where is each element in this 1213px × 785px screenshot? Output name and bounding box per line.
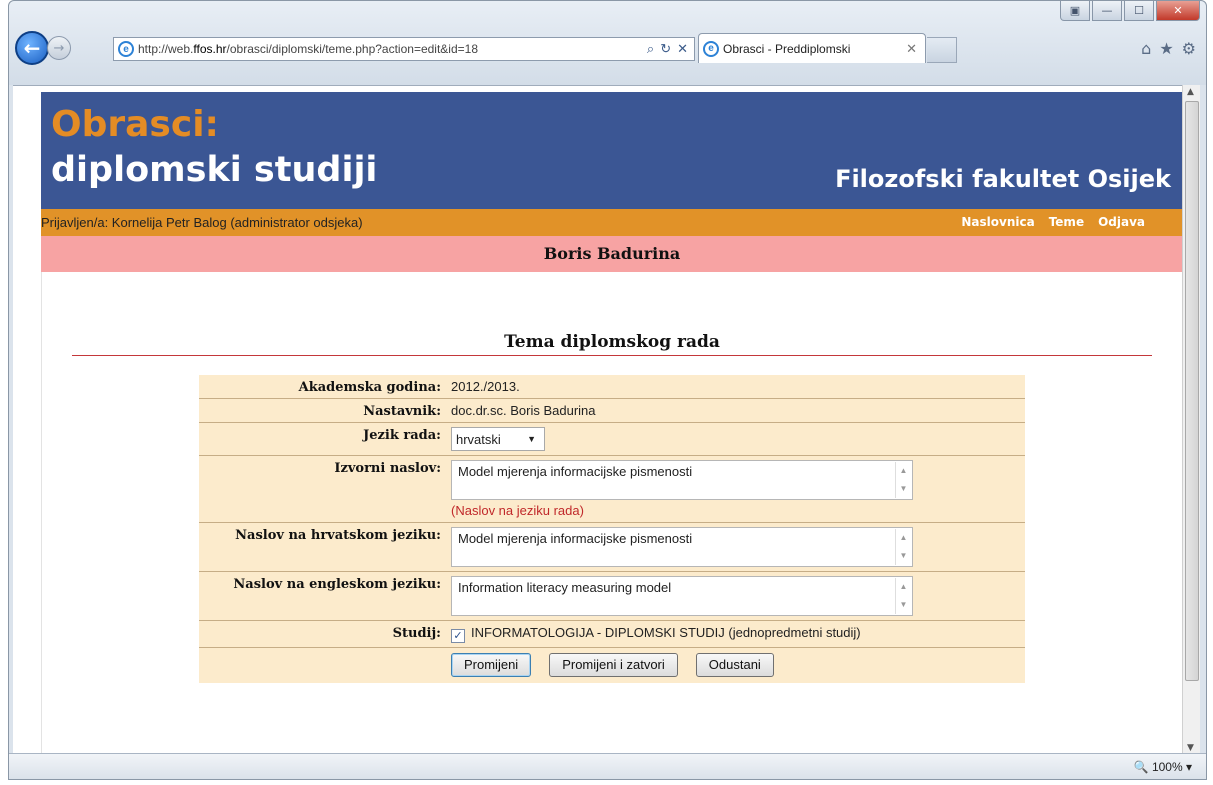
address-icons: ⌕ ↻ ✕	[647, 41, 694, 57]
banner-title-line1: Obrasci:	[51, 104, 219, 145]
teacher-label: Nastavnik:	[363, 404, 441, 419]
scroll-down-icon[interactable]: ▼	[1187, 743, 1194, 753]
search-icon[interactable]: ⌕	[647, 41, 654, 57]
row-hr-title: Naslov na hrvatskom jeziku: Model mjeren…	[199, 523, 1025, 572]
row-en-title: Naslov na engleskom jeziku: Information …	[199, 572, 1025, 621]
banner-title-line2: diplomski studiji	[51, 150, 378, 190]
cancel-button[interactable]: Odustani	[695, 652, 774, 677]
year-label: Akademska godina:	[298, 380, 441, 395]
change-close-button[interactable]: Promijeni i zatvori	[549, 652, 678, 677]
language-selected: hrvatski	[456, 431, 501, 447]
chevron-down-icon: ▼	[527, 434, 536, 444]
form-buttons: Promijeni Promijeni i zatvori Odustani	[447, 648, 774, 683]
row-year: Akademska godina: 2012./2013.	[199, 375, 1025, 399]
hr-title-cell: Model mjerenja informacijske pismenosti …	[447, 523, 1025, 571]
orig-title-label: Izvorni naslov:	[334, 461, 441, 476]
scroll-up-icon[interactable]: ▲	[1187, 87, 1194, 97]
gear-icon[interactable]: ⚙	[1182, 39, 1196, 58]
row-language: Jezik rada: hrvatski ▼	[199, 423, 1025, 456]
browser-window: ▣ — ☐ ✕ ← → e http://web.ffos.hr/obrasci…	[8, 0, 1207, 780]
stop-icon[interactable]: ✕	[677, 41, 688, 57]
close-button[interactable]: ✕	[1156, 1, 1200, 21]
user-bar: Prijavljen/a: Kornelija Petr Balog (admi…	[41, 209, 1183, 236]
url-path: /obrasci/diplomski/teme.php?action=edit&…	[226, 42, 478, 56]
url-prefix: http://web.	[138, 42, 194, 56]
scroll-thumb[interactable]	[1185, 101, 1199, 681]
hr-title-label: Naslov na hrvatskom jeziku:	[235, 528, 441, 543]
ie-tab-icon: e	[703, 40, 719, 57]
ie-page-icon: e	[118, 41, 134, 57]
zoom-value: 100%	[1151, 760, 1183, 774]
language-label: Jezik rada:	[363, 428, 441, 443]
textarea-scroll-icon[interactable]: ▲ ▼	[895, 529, 911, 565]
nav-buttons: ← →	[15, 31, 71, 65]
year-value: 2012./2013.	[451, 379, 520, 394]
tab-obrasci[interactable]: e Obrasci - Preddiplomski ✕	[698, 33, 926, 63]
tab-title: Obrasci - Preddiplomski	[723, 41, 851, 56]
close-tab-icon[interactable]: ✕	[906, 41, 917, 57]
toolbar-icons: ⌂ ★ ⚙	[1141, 39, 1196, 58]
site-banner: Obrasci: diplomski studiji Filozofski fa…	[41, 92, 1183, 209]
home-icon[interactable]: ⌂	[1141, 39, 1151, 58]
forward-arrow-icon[interactable]: →	[47, 36, 71, 60]
orig-title-hint: (Naslov na jeziku rada)	[451, 503, 584, 518]
hr-title-textarea[interactable]: Model mjerenja informacijske pismenosti …	[451, 527, 913, 567]
new-tab-button[interactable]	[927, 37, 957, 63]
en-title-text: Information literacy measuring model	[458, 580, 672, 595]
buttons-spacer	[199, 648, 447, 683]
row-original-title: Izvorni naslov: Model mjerenja informaci…	[199, 456, 1025, 523]
language-cell: hrvatski ▼	[447, 423, 1025, 455]
study-label: Studij:	[392, 626, 441, 641]
language-select[interactable]: hrvatski ▼	[451, 427, 545, 451]
orig-title-cell: Model mjerenja informacijske pismenosti …	[447, 456, 1025, 522]
row-study: Studij: ✓ INFORMATOLOGIJA - DIPLOMSKI STU…	[199, 621, 1025, 648]
zoom-level[interactable]: 🔍 100% ▾	[1134, 760, 1192, 774]
back-arrow-icon[interactable]: ←	[15, 31, 49, 65]
orig-title-textarea[interactable]: Model mjerenja informacijske pismenosti …	[451, 460, 913, 500]
study-cell: ✓ INFORMATOLOGIJA - DIPLOMSKI STUDIJ (jed…	[447, 621, 1025, 647]
page-viewport: Obrasci: diplomski studiji Filozofski fa…	[13, 85, 1187, 755]
row-buttons: Promijeni Promijeni i zatvori Odustani	[199, 648, 1025, 683]
compat-view-icon[interactable]: ▣	[1060, 1, 1090, 21]
favorites-star-icon[interactable]: ★	[1159, 39, 1173, 58]
study-checkbox[interactable]: ✓	[451, 628, 465, 643]
textarea-scroll-icon[interactable]: ▲ ▼	[895, 578, 911, 614]
address-bar[interactable]: e http://web.ffos.hr/obrasci/diplomski/t…	[113, 37, 695, 61]
change-button[interactable]: Promijeni	[451, 652, 532, 677]
hr-title-text: Model mjerenja informacijske pismenosti	[458, 531, 693, 546]
logged-in-user: Prijavljen/a: Kornelija Petr Balog (admi…	[41, 215, 363, 230]
menu-teme[interactable]: Teme	[1049, 215, 1084, 229]
faculty-name: Filozofski fakultet Osijek	[835, 165, 1171, 193]
browser-chrome: ▣ — ☐ ✕ ← → e http://web.ffos.hr/obrasci…	[9, 1, 1206, 85]
textarea-scroll-icon[interactable]: ▲ ▼	[895, 462, 911, 498]
url-domain: ffos.hr	[193, 42, 227, 56]
row-teacher: Nastavnik: doc.dr.sc. Boris Badurina	[199, 399, 1025, 423]
orig-title-text: Model mjerenja informacijske pismenosti	[458, 464, 693, 479]
student-name-bar: Boris Badurina	[41, 236, 1183, 272]
maximize-button[interactable]: ☐	[1124, 1, 1154, 21]
refresh-icon[interactable]: ↻	[660, 41, 671, 57]
menu-naslovnica[interactable]: Naslovnica	[961, 215, 1034, 229]
en-title-cell: Information literacy measuring model ▲ ▼	[447, 572, 1025, 620]
minimize-button[interactable]: —	[1092, 1, 1122, 21]
url-text[interactable]: http://web.ffos.hr/obrasci/diplomski/tem…	[138, 42, 647, 56]
window-controls: ▣ — ☐ ✕	[1060, 1, 1200, 21]
en-title-label: Naslov na engleskom jeziku:	[233, 577, 441, 592]
section-title: Tema diplomskog rada	[504, 332, 720, 352]
content-area: Tema diplomskog rada Akademska godina: 2…	[41, 272, 1183, 755]
study-value: INFORMATOLOGIJA - DIPLOMSKI STUDIJ (jedn…	[471, 625, 861, 640]
en-title-textarea[interactable]: Information literacy measuring model ▲ ▼	[451, 576, 913, 616]
title-divider	[72, 355, 1152, 356]
teacher-value: doc.dr.sc. Boris Badurina	[451, 403, 596, 418]
thesis-form: Akademska godina: 2012./2013. Nastavnik:…	[199, 375, 1025, 683]
top-menu: Naslovnica Teme Odjava	[961, 215, 1145, 229]
vertical-scrollbar[interactable]: ▲ ▼	[1182, 85, 1200, 755]
status-bar: 🔍 100% ▾	[9, 753, 1206, 779]
menu-odjava[interactable]: Odjava	[1098, 215, 1145, 229]
